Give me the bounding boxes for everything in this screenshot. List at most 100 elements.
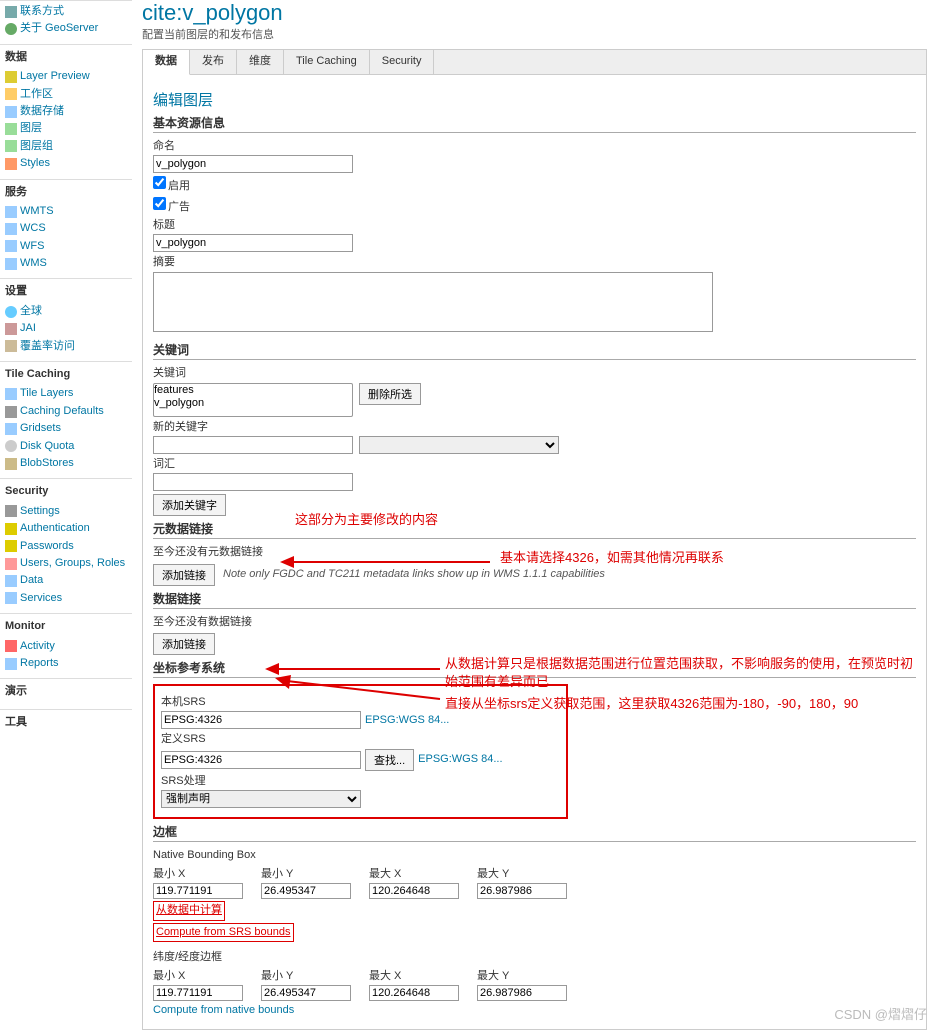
grid-icon xyxy=(5,423,17,435)
sidebar-item-sec-data[interactable]: Data xyxy=(5,572,127,589)
sidebar-item-workspaces[interactable]: 工作区 xyxy=(5,86,127,103)
native-maxy-input[interactable] xyxy=(477,883,567,899)
native-minx-input[interactable] xyxy=(153,883,243,899)
metalinks-note: Note only FGDC and TC211 metadata links … xyxy=(223,567,605,582)
sidebar-item-contact[interactable]: 联系方式 xyxy=(5,3,127,20)
add-datalink-button[interactable]: 添加链接 xyxy=(153,633,215,655)
sidebar-item-styles[interactable]: Styles xyxy=(5,155,127,172)
native-srs-input[interactable] xyxy=(161,711,361,729)
sidebar-item-jai[interactable]: JAI xyxy=(5,320,127,337)
page-title: cite:v_polygon xyxy=(142,0,927,26)
layer-preview-icon xyxy=(5,71,17,83)
advertised-checkbox[interactable] xyxy=(153,197,166,210)
wcs-icon xyxy=(5,223,17,235)
sidebar-group-demos[interactable]: 演示 xyxy=(5,681,127,702)
sidebar-item-wcs[interactable]: WCS xyxy=(5,220,127,237)
users-icon xyxy=(5,558,17,570)
sidebar-item-reports[interactable]: Reports xyxy=(5,655,127,672)
sidebar-item-gridsets[interactable]: Gridsets xyxy=(5,420,127,437)
latlon-bbox-label: 纬度/经度边框 xyxy=(153,950,916,965)
add-metalink-button[interactable]: 添加链接 xyxy=(153,564,215,586)
metalinks-heading: 元数据链接 xyxy=(153,520,916,539)
sidebar-item-passwords[interactable]: Passwords xyxy=(5,538,127,555)
srs-handling-select[interactable]: 强制声明 xyxy=(161,790,361,808)
sidebar-group-tools[interactable]: 工具 xyxy=(5,712,127,733)
sidebar-item-caching-defaults[interactable]: Caching Defaults xyxy=(5,403,127,420)
annotation-1: 这部分为主要修改的内容 xyxy=(295,511,438,529)
latlon-maxx-input[interactable] xyxy=(369,985,459,1001)
native-maxx-input[interactable] xyxy=(369,883,459,899)
datalinks-heading: 数据链接 xyxy=(153,590,916,609)
enabled-checkbox[interactable] xyxy=(153,176,166,189)
sidebar-item-layer-preview[interactable]: Layer Preview xyxy=(5,68,127,85)
enabled-label: 启用 xyxy=(168,180,190,192)
keyword-list-label: 关键词 xyxy=(153,366,916,381)
tab-data[interactable]: 数据 xyxy=(143,50,190,74)
keyword-select[interactable]: features v_polygon xyxy=(153,383,353,417)
disk-icon xyxy=(5,440,17,452)
datalinks-none: 至今还没有数据链接 xyxy=(153,615,916,630)
tab-dimensions[interactable]: 维度 xyxy=(237,50,284,73)
name-label: 命名 xyxy=(153,139,916,154)
add-keyword-button[interactable]: 添加关键字 xyxy=(153,494,226,516)
sidebar-item-about[interactable]: 关于 GeoServer xyxy=(5,20,127,37)
sidebar-item-wmts[interactable]: WMTS xyxy=(5,203,127,220)
sidebar-item-ugr[interactable]: Users, Groups, Roles xyxy=(5,555,127,572)
sidebar-item-layers[interactable]: 图层 xyxy=(5,120,127,137)
sidebar-item-auth[interactable]: Authentication xyxy=(5,520,127,537)
sidebar-item-global[interactable]: 全球 xyxy=(5,303,127,320)
annotation-3: 从数据计算只是根据数据范围进行位置范围获取，不影响服务的使用，在预览时初始范围有… xyxy=(445,655,925,691)
tab-security[interactable]: Security xyxy=(370,50,435,73)
abstract-textarea[interactable] xyxy=(153,272,713,332)
tab-publish[interactable]: 发布 xyxy=(190,50,237,73)
sidebar-item-sec-services[interactable]: Services xyxy=(5,590,127,607)
database-icon xyxy=(5,106,17,118)
vocab-input[interactable] xyxy=(153,473,353,491)
compute-from-data-link[interactable]: 从数据中计算 xyxy=(153,901,225,920)
sidebar-item-tilelayers[interactable]: Tile Layers xyxy=(5,385,127,402)
jai-icon xyxy=(5,323,17,335)
sidebar-item-layergroups[interactable]: 图层组 xyxy=(5,138,127,155)
vocab-label: 词汇 xyxy=(153,457,916,472)
compute-from-native-link[interactable]: Compute from native bounds xyxy=(153,1003,294,1018)
remove-keyword-button[interactable]: 删除所选 xyxy=(359,383,421,405)
keywords-heading: 关键词 xyxy=(153,341,916,360)
new-keyword-input[interactable] xyxy=(153,436,353,454)
lock-icon xyxy=(5,523,17,535)
name-input[interactable] xyxy=(153,155,353,173)
new-keyword-label: 新的关键字 xyxy=(153,420,916,435)
sidebar-item-wfs[interactable]: WFS xyxy=(5,238,127,255)
latlon-minx-input[interactable] xyxy=(153,985,243,1001)
declared-srs-link[interactable]: EPSG:WGS 84... xyxy=(418,752,502,767)
vocab-select[interactable] xyxy=(359,436,559,454)
declared-srs-input[interactable] xyxy=(161,751,361,769)
sidebar-group-settings: 设置 xyxy=(5,281,127,302)
latlon-miny-input[interactable] xyxy=(261,985,351,1001)
title-input[interactable] xyxy=(153,234,353,252)
native-bbox-label: Native Bounding Box xyxy=(153,848,916,863)
report-icon xyxy=(5,658,17,670)
sidebar-item-diskquota[interactable]: Disk Quota xyxy=(5,438,127,455)
sidebar-item-coverage[interactable]: 覆盖率访问 xyxy=(5,338,127,355)
declared-srs-label: 定义SRS xyxy=(161,732,560,747)
sidebar-group-monitor: Monitor xyxy=(5,616,127,637)
latlon-maxy-input[interactable] xyxy=(477,985,567,1001)
compute-from-srs-link[interactable]: Compute from SRS bounds xyxy=(153,923,294,942)
sidebar-item-stores[interactable]: 数据存储 xyxy=(5,103,127,120)
sidebar-item-blobstores[interactable]: BlobStores xyxy=(5,455,127,472)
native-miny-input[interactable] xyxy=(261,883,351,899)
minx-label: 最小 X xyxy=(153,867,243,882)
sidebar-item-wms[interactable]: WMS xyxy=(5,255,127,272)
find-srs-button[interactable]: 查找... xyxy=(365,749,414,771)
tile-icon xyxy=(5,388,17,400)
palette-icon xyxy=(5,158,17,170)
native-srs-link[interactable]: EPSG:WGS 84... xyxy=(365,713,449,728)
tab-tilecaching[interactable]: Tile Caching xyxy=(284,50,370,73)
annotation-2: 基本请选择4326，如需其他情况再联系 xyxy=(500,549,724,567)
sidebar-item-activity[interactable]: Activity xyxy=(5,638,127,655)
annotation-4: 直接从坐标srs定义获取范围，这里获取4326范围为-180，-90，180，9… xyxy=(445,695,935,713)
wfs-icon xyxy=(5,240,17,252)
sidebar-item-sec-settings[interactable]: Settings xyxy=(5,503,127,520)
srs-handling-label: SRS处理 xyxy=(161,774,560,789)
layers-icon xyxy=(5,123,17,135)
